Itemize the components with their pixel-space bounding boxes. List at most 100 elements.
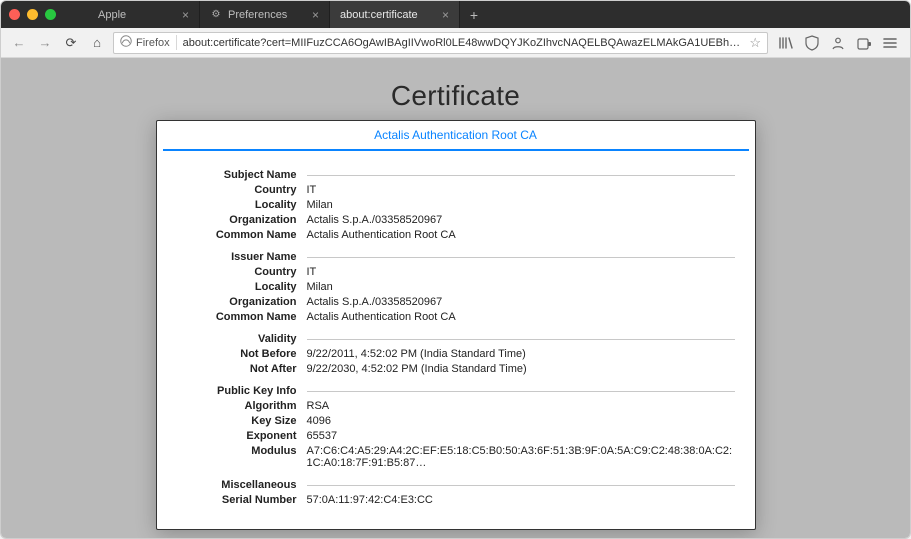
tab-label: Apple bbox=[98, 9, 176, 21]
certificate-panel: Actalis Authentication Root CA Subject N… bbox=[156, 120, 756, 530]
field-row: ModulusA7:C6:C4:A5:29:A4:2C:EF:E5:18:C5:… bbox=[177, 445, 735, 469]
section-divider bbox=[307, 175, 735, 176]
field-label: Locality bbox=[177, 199, 307, 211]
certificate-body: Subject NameCountryITLocalityMilanOrgani… bbox=[157, 151, 755, 506]
content-area: Certificate Actalis Authentication Root … bbox=[1, 58, 910, 538]
section-divider bbox=[307, 339, 735, 340]
close-tab-icon[interactable]: × bbox=[442, 9, 449, 21]
field-label: Exponent bbox=[177, 430, 307, 442]
field-label: Not After bbox=[177, 363, 307, 375]
field-row: Not After9/22/2030, 4:52:02 PM (India St… bbox=[177, 363, 735, 375]
field-row: Key Size4096 bbox=[177, 415, 735, 427]
field-value: Milan bbox=[307, 281, 735, 293]
cert-section: Validity Not Before9/22/2011, 4:52:02 PM … bbox=[177, 333, 735, 375]
field-value: IT bbox=[307, 184, 735, 196]
field-row: Common NameActalis Authentication Root C… bbox=[177, 311, 735, 323]
identity-box[interactable]: Firefox bbox=[120, 35, 177, 50]
browser-window: Apple × ⚙ Preferences × about:certificat… bbox=[0, 0, 911, 539]
field-row: Common NameActalis Authentication Root C… bbox=[177, 229, 735, 241]
field-value: Actalis Authentication Root CA bbox=[307, 311, 735, 323]
field-label: Locality bbox=[177, 281, 307, 293]
field-value: Milan bbox=[307, 199, 735, 211]
field-label: Modulus bbox=[177, 445, 307, 469]
field-label: Organization bbox=[177, 214, 307, 226]
url-text: about:certificate?cert=MIIFuzCCA6OgAwIBA… bbox=[183, 37, 744, 49]
section-title: Miscellaneous bbox=[177, 479, 307, 491]
back-button[interactable]: ← bbox=[9, 33, 29, 53]
cert-section: Issuer NameCountryITLocalityMilanOrganiz… bbox=[177, 251, 735, 323]
field-row: OrganizationActalis S.p.A./03358520967 bbox=[177, 296, 735, 308]
account-icon[interactable] bbox=[830, 35, 846, 51]
firefox-icon bbox=[120, 35, 132, 50]
section-divider bbox=[307, 391, 735, 392]
app-menu-icon[interactable] bbox=[882, 35, 898, 51]
toolbar-right-icons bbox=[774, 35, 902, 51]
field-row: CountryIT bbox=[177, 266, 735, 278]
field-row: LocalityMilan bbox=[177, 199, 735, 211]
field-value: Actalis S.p.A./03358520967 bbox=[307, 296, 735, 308]
tab-label: Preferences bbox=[228, 9, 306, 21]
section-title: Subject Name bbox=[177, 169, 307, 181]
field-label: Not Before bbox=[177, 348, 307, 360]
field-label: Algorithm bbox=[177, 400, 307, 412]
certificate-tab[interactable]: Actalis Authentication Root CA bbox=[163, 121, 749, 151]
field-value: 57:0A:11:97:42:C4:E3:CC bbox=[307, 494, 735, 506]
field-row: OrganizationActalis S.p.A./03358520967 bbox=[177, 214, 735, 226]
tab-apple[interactable]: Apple × bbox=[70, 1, 200, 28]
titlebar: Apple × ⚙ Preferences × about:certificat… bbox=[1, 1, 910, 28]
field-row: LocalityMilan bbox=[177, 281, 735, 293]
section-title: Issuer Name bbox=[177, 251, 307, 263]
field-label: Serial Number bbox=[177, 494, 307, 506]
section-divider bbox=[307, 257, 735, 258]
cert-section: Public Key InfoAlgorithmRSAKey Size4096E… bbox=[177, 385, 735, 469]
field-value: Actalis S.p.A./03358520967 bbox=[307, 214, 735, 226]
new-tab-button[interactable]: + bbox=[460, 1, 488, 28]
field-value: Actalis Authentication Root CA bbox=[307, 229, 735, 241]
field-label: Country bbox=[177, 266, 307, 278]
extension-icon[interactable] bbox=[856, 35, 872, 51]
field-value: IT bbox=[307, 266, 735, 278]
minimize-window-button[interactable] bbox=[27, 9, 38, 20]
field-row: AlgorithmRSA bbox=[177, 400, 735, 412]
field-label: Organization bbox=[177, 296, 307, 308]
navigation-toolbar: ← → ⟳ ⌂ Firefox about:certificate?cert=M… bbox=[1, 28, 910, 58]
field-value: 9/22/2030, 4:52:02 PM (India Standard Ti… bbox=[307, 363, 735, 375]
identity-label: Firefox bbox=[136, 37, 170, 49]
forward-button[interactable]: → bbox=[35, 33, 55, 53]
reload-button[interactable]: ⟳ bbox=[61, 33, 81, 53]
bookmark-star-icon[interactable]: ☆ bbox=[749, 35, 761, 51]
field-label: Common Name bbox=[177, 229, 307, 241]
tab-strip: Apple × ⚙ Preferences × about:certificat… bbox=[70, 1, 488, 28]
field-value: 4096 bbox=[307, 415, 735, 427]
tab-label: about:certificate bbox=[340, 9, 436, 21]
close-tab-icon[interactable]: × bbox=[182, 9, 189, 21]
field-row: Not Before9/22/2011, 4:52:02 PM (India S… bbox=[177, 348, 735, 360]
field-row: Serial Number57:0A:11:97:42:C4:E3:CC bbox=[177, 494, 735, 506]
window-controls bbox=[9, 9, 56, 20]
url-bar[interactable]: Firefox about:certificate?cert=MIIFuzCCA… bbox=[113, 32, 768, 54]
section-title: Validity bbox=[177, 333, 307, 345]
tab-about-certificate[interactable]: about:certificate × bbox=[330, 1, 460, 28]
maximize-window-button[interactable] bbox=[45, 9, 56, 20]
field-label: Common Name bbox=[177, 311, 307, 323]
field-row: Exponent65537 bbox=[177, 430, 735, 442]
tab-preferences[interactable]: ⚙ Preferences × bbox=[200, 1, 330, 28]
cert-section: Miscellaneous Serial Number57:0A:11:97:42… bbox=[177, 479, 735, 506]
section-divider bbox=[307, 485, 735, 486]
home-button[interactable]: ⌂ bbox=[87, 33, 107, 53]
close-tab-icon[interactable]: × bbox=[312, 9, 319, 21]
field-value: RSA bbox=[307, 400, 735, 412]
close-window-button[interactable] bbox=[9, 9, 20, 20]
certificate-tab-label: Actalis Authentication Root CA bbox=[374, 128, 537, 142]
field-label: Key Size bbox=[177, 415, 307, 427]
library-icon[interactable] bbox=[778, 35, 794, 51]
apple-icon bbox=[80, 9, 92, 21]
gear-icon: ⚙ bbox=[210, 9, 222, 21]
cert-section: Subject NameCountryITLocalityMilanOrgani… bbox=[177, 169, 735, 241]
field-row: CountryIT bbox=[177, 184, 735, 196]
field-value: A7:C6:C4:A5:29:A4:2C:EF:E5:18:C5:B0:50:A… bbox=[307, 445, 735, 469]
shield-icon[interactable] bbox=[804, 35, 820, 51]
page-title: Certificate bbox=[1, 80, 910, 112]
field-value: 9/22/2011, 4:52:02 PM (India Standard Ti… bbox=[307, 348, 735, 360]
field-value: 65537 bbox=[307, 430, 735, 442]
